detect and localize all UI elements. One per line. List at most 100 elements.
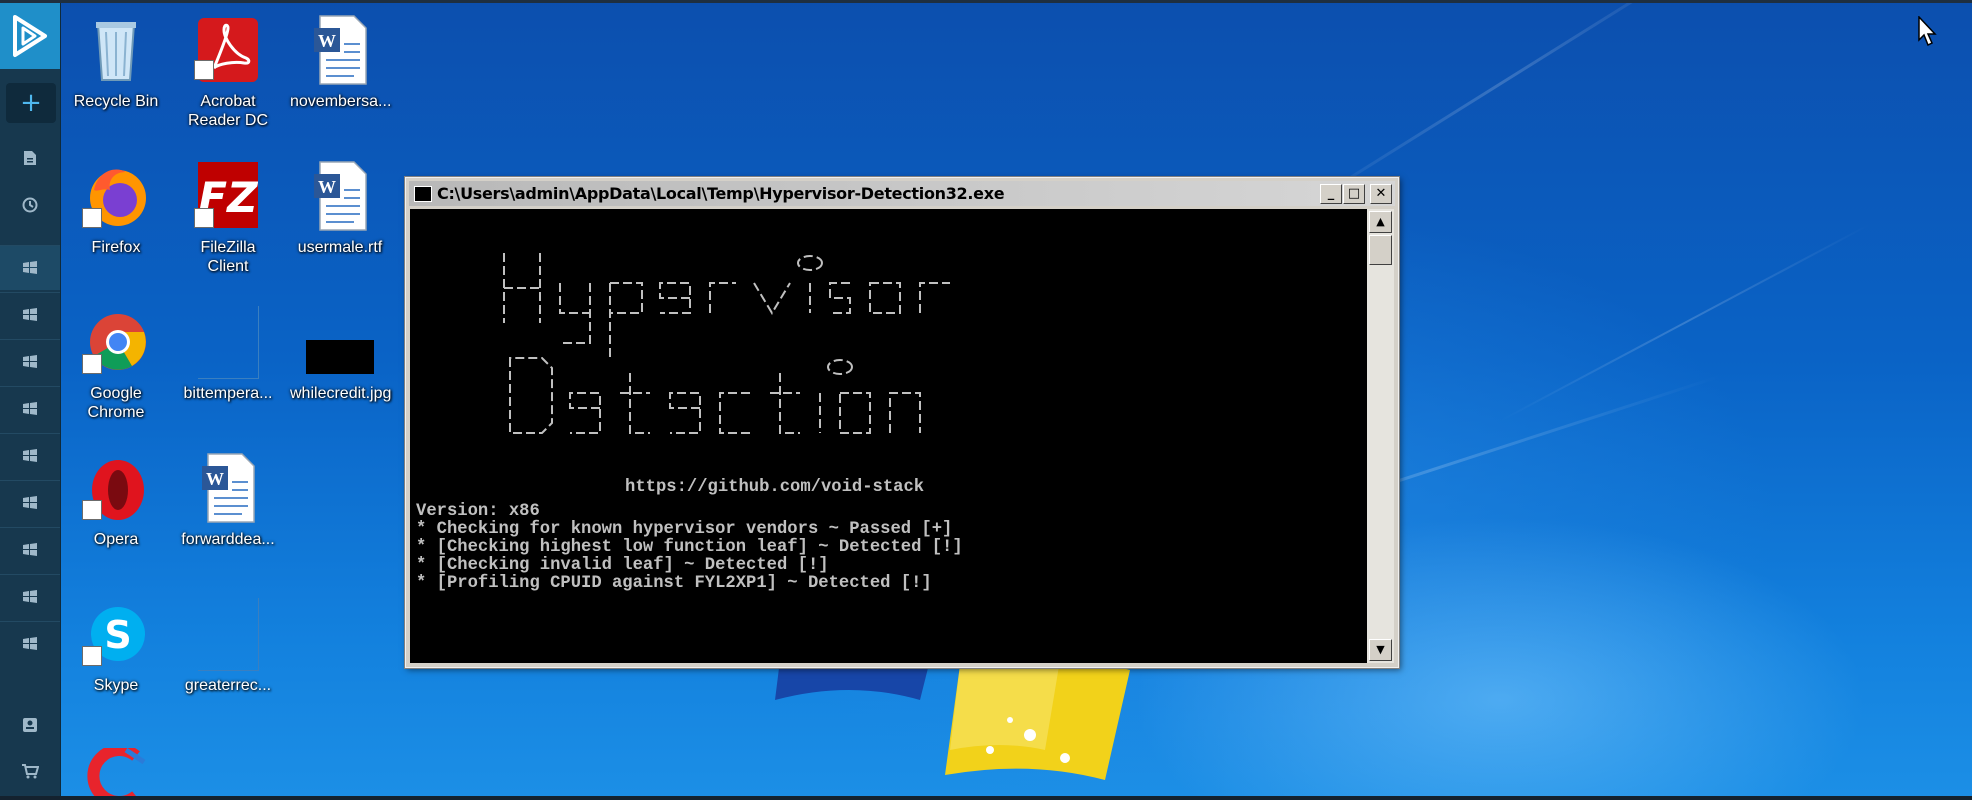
app-logo[interactable] xyxy=(0,3,60,69)
desktop-icon-label: Recycle Bin xyxy=(73,93,159,110)
scroll-up-icon: ▲ xyxy=(1376,215,1385,228)
sidebar-vm-button[interactable] xyxy=(0,433,60,478)
desktop-icon-opera[interactable]: Opera xyxy=(66,452,166,572)
desktop-icon-chrome[interactable]: Google Chrome xyxy=(66,306,166,426)
console-title: C:\Users\admin\AppData\Local\Temp\Hyperv… xyxy=(437,184,1005,203)
add-label: + xyxy=(20,88,42,118)
sidebar-vm-button[interactable] xyxy=(0,339,60,384)
windows-icon xyxy=(23,543,37,556)
sidebar-vm-button[interactable] xyxy=(0,480,60,525)
id-card-icon xyxy=(23,718,37,732)
bottom-border xyxy=(0,796,1972,800)
desktop-icon-forwarddea[interactable]: W forwarddea... xyxy=(178,452,278,572)
windows-icon xyxy=(23,308,37,321)
scroll-up-button[interactable]: ▲ xyxy=(1369,211,1392,233)
console-line: * [Profiling CPUID against FYL2XP1] ~ De… xyxy=(416,574,932,593)
desktop-icon-label: bittempera... xyxy=(183,385,273,402)
file-placeholder-icon xyxy=(198,306,259,379)
close-icon: ✕ xyxy=(1375,186,1387,201)
word-document-icon: W xyxy=(202,453,255,523)
recycle-bin-icon xyxy=(96,22,136,81)
console-app-icon xyxy=(414,186,432,202)
windows-icon xyxy=(23,590,37,603)
sidebar-vm-button[interactable] xyxy=(0,621,60,666)
scroll-down-icon: ▼ xyxy=(1376,643,1385,656)
windows-icon xyxy=(23,402,37,415)
desktop-icon-label: novembersa... xyxy=(290,93,392,110)
desktop-icon-label: whilecredit.jpg xyxy=(290,385,392,402)
shortcut-arrow-icon xyxy=(82,354,102,374)
minimize-icon: _ xyxy=(1327,186,1335,201)
maximize-icon: □ xyxy=(1347,186,1361,201)
scroll-down-button[interactable]: ▼ xyxy=(1369,639,1392,661)
ccleaner-icon[interactable] xyxy=(86,748,148,796)
mouse-cursor-icon xyxy=(1918,16,1937,47)
desktop-icon-label: usermale.rtf xyxy=(297,239,383,256)
word-document-icon: W xyxy=(314,15,367,85)
sidebar-vm-button[interactable] xyxy=(0,245,60,290)
shortcut-arrow-icon xyxy=(82,646,102,666)
top-border xyxy=(0,0,1972,3)
svg-text:W: W xyxy=(206,469,224,489)
scroll-thumb[interactable] xyxy=(1369,235,1392,265)
sidebar-vm-button[interactable] xyxy=(0,386,60,431)
console-titlebar[interactable]: C:\Users\admin\AppData\Local\Temp\Hyperv… xyxy=(409,181,1395,206)
svg-text:W: W xyxy=(318,177,336,197)
minimize-button[interactable]: _ xyxy=(1320,184,1342,204)
console-line: Version: x86 xyxy=(416,502,540,521)
wallpaper-streak xyxy=(1499,222,1872,422)
windows-icon xyxy=(23,261,37,274)
desktop-icon-usermale[interactable]: W usermale.rtf xyxy=(290,160,390,280)
console-scrollbar[interactable]: ▲ ▼ xyxy=(1367,209,1394,663)
close-button[interactable]: ✕ xyxy=(1370,184,1392,204)
console-output[interactable]: https://github.com/void-stack Version: x… xyxy=(410,209,1367,663)
desktop-icon-label: forwarddea... xyxy=(181,531,275,548)
console-window[interactable]: C:\Users\admin\AppData\Local\Temp\Hyperv… xyxy=(405,177,1399,668)
add-button[interactable]: + xyxy=(6,83,56,123)
desktop-icon-label: Skype xyxy=(93,677,139,694)
shortcut-arrow-icon xyxy=(194,208,214,228)
sidebar-history-button[interactable] xyxy=(0,183,60,227)
github-url[interactable]: https://github.com/void-stack xyxy=(625,478,924,497)
word-document-icon: W xyxy=(314,161,367,231)
sidebar-vm-button[interactable] xyxy=(0,292,60,337)
file-placeholder-icon xyxy=(198,598,259,671)
desktop-icon-whilecredit[interactable]: whilecredit.jpg xyxy=(290,306,392,426)
sidebar-file-button[interactable] xyxy=(0,136,60,180)
shortcut-arrow-icon xyxy=(82,500,102,520)
desktop-icon-greaterrec[interactable]: greaterrec... xyxy=(178,598,278,718)
desktop-icon-filezilla[interactable]: FZ FileZilla Client xyxy=(178,160,278,280)
desktop-icon-skype[interactable]: S Skype xyxy=(66,598,166,718)
windows-icon xyxy=(23,355,37,368)
windows-icon xyxy=(23,449,37,462)
desktop-icon-acrobat[interactable]: Acrobat Reader DC xyxy=(178,14,278,134)
desktop-icon-label: Opera xyxy=(93,531,139,548)
console-line: * [Checking invalid leaf] ~ Detected [!] xyxy=(416,556,829,575)
shortcut-arrow-icon xyxy=(82,208,102,228)
ascii-art-banner xyxy=(503,253,950,434)
windows-icon xyxy=(23,637,37,650)
svg-text:S: S xyxy=(104,613,131,657)
file-icon xyxy=(24,151,36,165)
console-line: * Checking for known hypervisor vendors … xyxy=(416,520,953,539)
maximize-button[interactable]: □ xyxy=(1343,184,1365,204)
desktop-icon-bittempera[interactable]: bittempera... xyxy=(178,306,278,426)
sidebar-cart-button[interactable] xyxy=(0,749,60,793)
console-line: * [Checking highest low function leaf] ~… xyxy=(416,538,963,557)
history-icon xyxy=(22,197,38,213)
windows-icon xyxy=(23,496,37,509)
sidebar-vm-button[interactable] xyxy=(0,527,60,572)
desktop-icon-label: Google Chrome xyxy=(87,385,145,421)
desktop-icon-novembersa[interactable]: W novembersa... xyxy=(290,14,392,134)
cart-icon xyxy=(22,764,39,779)
desktop-icon-label: Firefox xyxy=(91,239,141,256)
image-thumbnail-icon xyxy=(306,340,374,374)
desktop-icon-label: FileZilla Client xyxy=(200,239,256,275)
desktop-icon-firefox[interactable]: Firefox xyxy=(66,160,166,280)
svg-text:W: W xyxy=(318,31,336,51)
shortcut-arrow-icon xyxy=(194,60,214,80)
sidebar-profile-button[interactable] xyxy=(0,703,60,747)
sidebar-vm-button[interactable] xyxy=(0,574,60,619)
desktop-icon-label: Acrobat Reader DC xyxy=(187,93,269,129)
desktop-icon-recycle-bin[interactable]: Recycle Bin xyxy=(66,14,166,134)
